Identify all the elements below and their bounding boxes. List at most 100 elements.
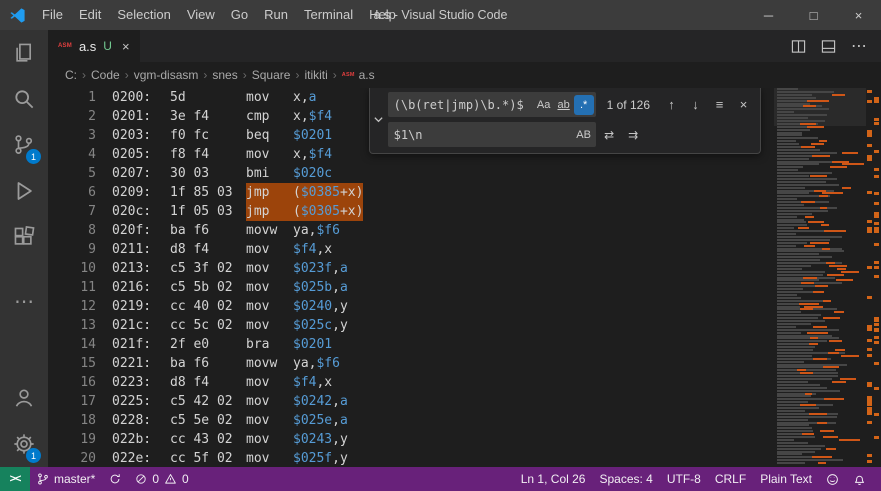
remote-indicator[interactable]: >< bbox=[0, 467, 30, 491]
breadcrumb-item[interactable]: Code bbox=[91, 68, 120, 82]
regex-icon[interactable]: .* bbox=[573, 94, 594, 115]
whole-word-icon[interactable]: ab bbox=[554, 95, 574, 115]
breadcrumb-item[interactable]: itikiti bbox=[304, 68, 327, 82]
code-line[interactable]: 5 0207: 30 03 bmi $020c bbox=[48, 164, 774, 183]
cursor-position[interactable]: Ln 1, Col 26 bbox=[514, 467, 593, 491]
split-editor-icon[interactable] bbox=[791, 39, 806, 54]
extensions-icon[interactable] bbox=[0, 214, 48, 260]
overview-ruler[interactable] bbox=[866, 88, 881, 467]
git-branch-item[interactable]: master* bbox=[30, 467, 102, 491]
notifications-bell-icon[interactable] bbox=[846, 467, 873, 491]
find-input[interactable]: (\b(ret|jmp)\b.*)$ Aa ab .* bbox=[387, 92, 596, 117]
code-line[interactable]: 15 0221: ba f6 movw ya,$f6 bbox=[48, 354, 774, 373]
breadcrumb-item[interactable]: vgm-disasm bbox=[134, 68, 199, 82]
maximize-button[interactable]: □ bbox=[791, 0, 836, 30]
replace-input[interactable]: $1\n AB bbox=[387, 122, 596, 147]
mnemonic-token: mov bbox=[246, 242, 270, 257]
match-case-icon[interactable]: Aa bbox=[534, 95, 554, 115]
ruler-match-tick bbox=[867, 158, 872, 161]
language-mode[interactable]: Plain Text bbox=[753, 467, 819, 491]
minimap-match-mark bbox=[809, 412, 827, 415]
settings-gear-icon[interactable]: 1 bbox=[0, 421, 48, 467]
menu-terminal[interactable]: Terminal bbox=[296, 0, 361, 30]
preserve-case-icon[interactable]: AB bbox=[574, 125, 594, 145]
minimize-button[interactable]: ─ bbox=[746, 0, 791, 30]
ruler-match-tick bbox=[874, 317, 879, 320]
code-line[interactable]: 20 022e: cc 5f 02 mov $025f,y bbox=[48, 449, 774, 467]
eol-sequence[interactable]: CRLF bbox=[708, 467, 753, 491]
ruler-match-tick bbox=[874, 192, 879, 195]
warning-count: 0 bbox=[182, 472, 189, 486]
tab-a-s[interactable]: ASM a.s U × bbox=[48, 30, 140, 62]
menu-go[interactable]: Go bbox=[223, 0, 256, 30]
source-control-icon[interactable]: 1 bbox=[0, 122, 48, 168]
mnemonic-token: jmp bbox=[246, 204, 270, 219]
ruler-match-tick bbox=[867, 339, 872, 342]
ruler-match-tick bbox=[874, 227, 879, 230]
operand-token: ( bbox=[293, 204, 301, 219]
replace-icon[interactable]: ⇄ bbox=[599, 124, 620, 145]
minimap-line bbox=[777, 314, 821, 317]
menu-selection[interactable]: Selection bbox=[109, 0, 178, 30]
minimap-match-mark bbox=[823, 299, 831, 302]
explorer-icon[interactable] bbox=[0, 30, 48, 76]
ruler-match-tick bbox=[874, 212, 879, 215]
minimap-line bbox=[777, 114, 827, 117]
code-line[interactable]: 9 0211: d8 f4 mov $f4,x bbox=[48, 240, 774, 259]
toggle-replace-chevron-icon[interactable] bbox=[370, 92, 388, 147]
menu-file[interactable]: File bbox=[34, 0, 71, 30]
find-in-selection-icon[interactable]: ≡ bbox=[709, 94, 730, 115]
breadcrumb-item[interactable]: a.s bbox=[359, 68, 375, 82]
bytes-token: c5 3f 02 bbox=[170, 261, 233, 276]
next-match-icon[interactable]: ↓ bbox=[685, 94, 706, 115]
breadcrumb-item[interactable]: C: bbox=[65, 68, 77, 82]
address-token: 0228: bbox=[112, 413, 152, 428]
menu-edit[interactable]: Edit bbox=[71, 0, 109, 30]
breadcrumb-separator: › bbox=[242, 68, 247, 82]
close-find-icon[interactable]: × bbox=[733, 94, 754, 115]
operand-token: $f4 bbox=[308, 109, 333, 124]
code-line[interactable]: 11 0216: c5 5b 02 mov $025b,a bbox=[48, 278, 774, 297]
code-line[interactable]: 7 020c: 1f 05 03 jmp ($0305+x) bbox=[48, 202, 774, 221]
code-line[interactable]: 16 0223: d8 f4 mov $f4,x bbox=[48, 373, 774, 392]
run-debug-icon[interactable] bbox=[0, 168, 48, 214]
encoding[interactable]: UTF-8 bbox=[660, 467, 708, 491]
breadcrumb-separator: › bbox=[203, 68, 208, 82]
code-line[interactable]: 12 0219: cc 40 02 mov $0240,y bbox=[48, 297, 774, 316]
operand-token: ,y bbox=[332, 451, 348, 466]
tab-close-icon[interactable]: × bbox=[122, 39, 130, 54]
minimap-line bbox=[777, 204, 804, 206]
code-line[interactable]: 10 0213: c5 3f 02 mov $023f,a bbox=[48, 259, 774, 278]
code-line[interactable]: 6 0209: 1f 85 03 jmp ($0385+x) bbox=[48, 183, 774, 202]
search-icon[interactable] bbox=[0, 76, 48, 122]
breadcrumb-item[interactable]: Square bbox=[252, 68, 291, 82]
sync-item[interactable] bbox=[102, 467, 128, 491]
code-line[interactable]: 17 0225: c5 42 02 mov $0242,a bbox=[48, 392, 774, 411]
code-line[interactable]: 14 021f: 2f e0 bra $0201 bbox=[48, 335, 774, 354]
minimap[interactable] bbox=[774, 88, 866, 467]
minimap-line bbox=[777, 418, 808, 421]
layout-icon[interactable] bbox=[821, 39, 836, 54]
more-actions-icon[interactable]: ⋯ bbox=[851, 36, 867, 56]
minimap-match-mark bbox=[801, 146, 815, 148]
indentation[interactable]: Spaces: 4 bbox=[592, 467, 659, 491]
close-window-button[interactable]: × bbox=[836, 0, 881, 30]
problems-item[interactable]: 0 0 bbox=[128, 467, 195, 491]
menu-view[interactable]: View bbox=[179, 0, 223, 30]
minimap-line bbox=[777, 375, 838, 378]
previous-match-icon[interactable]: ↑ bbox=[661, 94, 682, 115]
minimap-line bbox=[777, 398, 827, 401]
account-icon[interactable] bbox=[0, 375, 48, 421]
replace-all-icon[interactable]: ⇉ bbox=[623, 124, 644, 145]
minimap-line bbox=[777, 360, 804, 363]
code-line[interactable]: 19 022b: cc 43 02 mov $0243,y bbox=[48, 430, 774, 449]
ruler-match-tick bbox=[867, 100, 872, 103]
breadcrumb-item[interactable]: snes bbox=[212, 68, 237, 82]
code-line[interactable]: 8 020f: ba f6 movw ya,$f6 bbox=[48, 221, 774, 240]
code-line[interactable]: 18 0228: c5 5e 02 mov $025e,a bbox=[48, 411, 774, 430]
minimap-line bbox=[777, 117, 808, 119]
menu-run[interactable]: Run bbox=[256, 0, 296, 30]
feedback-icon[interactable] bbox=[819, 467, 846, 491]
code-line[interactable]: 13 021c: cc 5c 02 mov $025c,y bbox=[48, 316, 774, 335]
more-views-icon[interactable]: ⋯ bbox=[0, 278, 48, 324]
